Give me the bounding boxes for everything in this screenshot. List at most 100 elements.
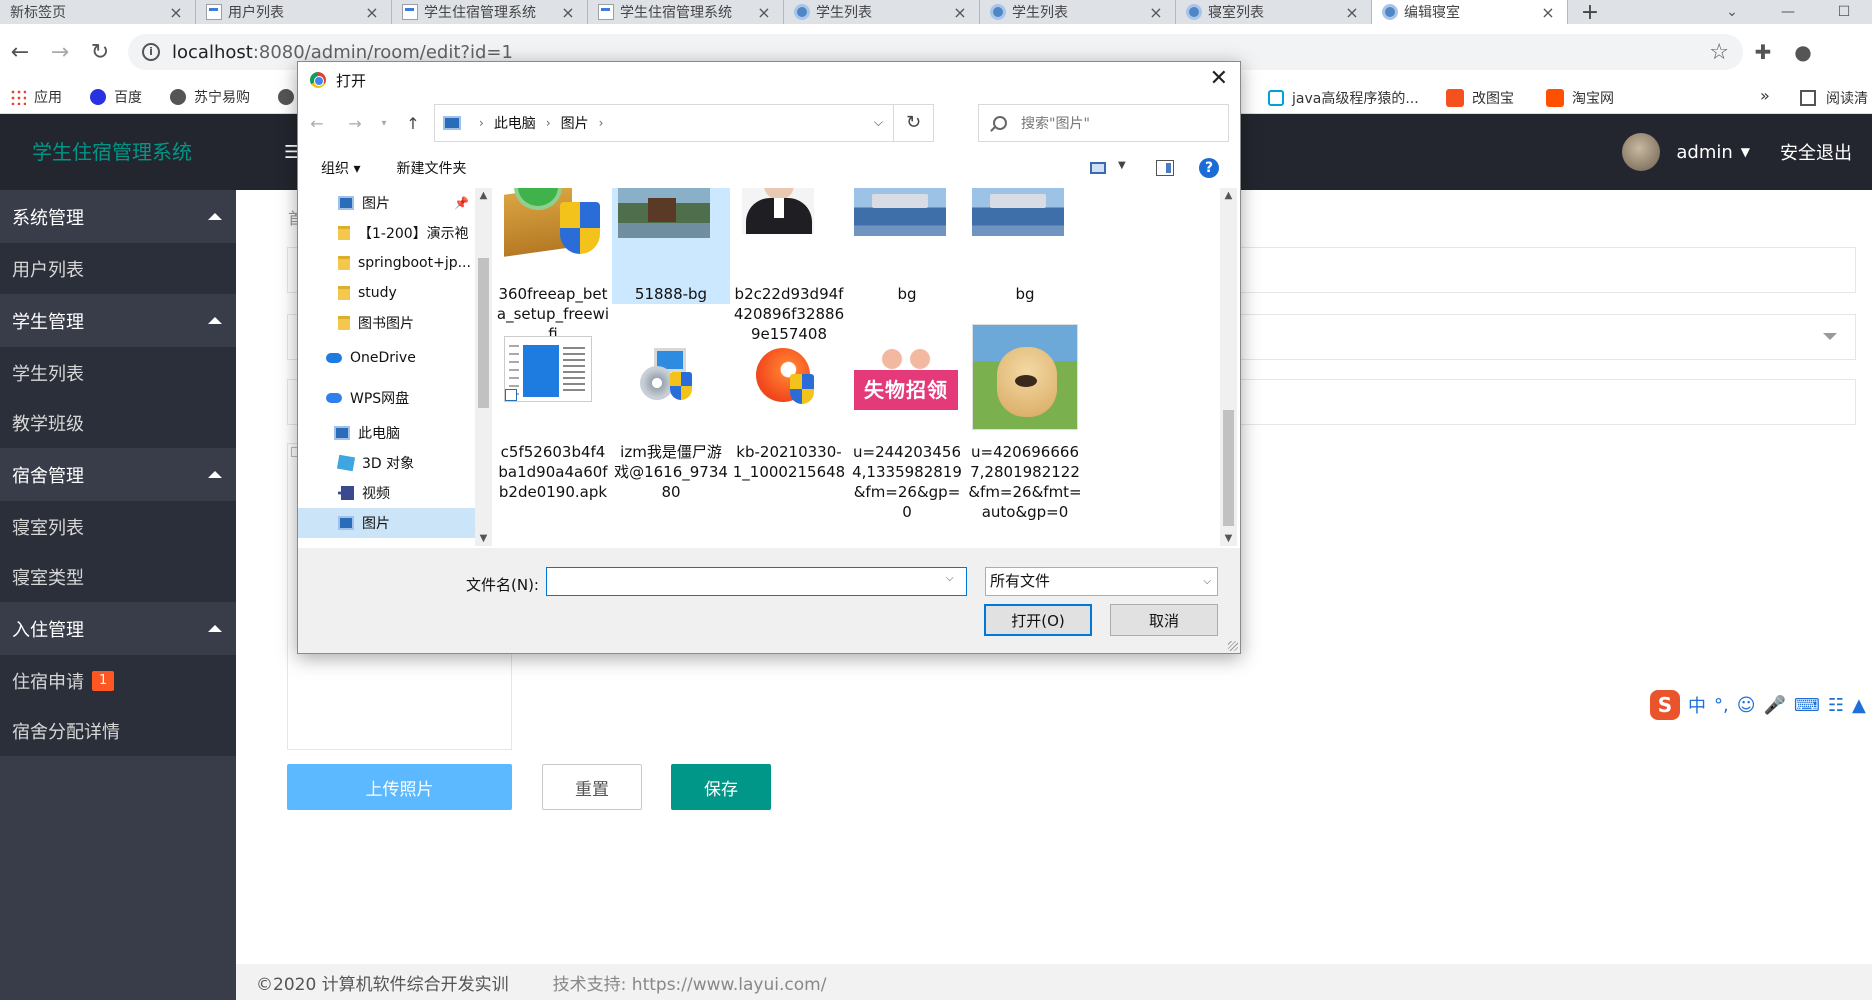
reset-button[interactable]: 重置 [542,764,642,810]
close-icon[interactable]: × [951,3,969,22]
file-item[interactable]: 失物招领 u=2442034564,1335982819&fm=26&gp=0 [848,322,966,522]
user-name[interactable]: admin [1676,142,1732,163]
browser-tab[interactable]: 学生列表 × [784,0,980,24]
file-list-scrollbar[interactable]: ▲ ▼ [1220,188,1237,546]
nav-item[interactable]: 学生列表 [0,348,236,398]
bookmark-apps[interactable]: 应用 [10,87,62,107]
tab-search-icon[interactable]: ⌄ [1704,0,1760,24]
close-icon[interactable]: × [167,3,185,22]
nav-group[interactable]: 宿舍管理 [0,448,236,502]
view-mode-icon[interactable] [1090,162,1106,174]
nav-item[interactable]: 寝室列表 [0,502,236,552]
browser-tab[interactable]: 学生住宿管理系统 × [392,0,588,24]
up-folder-icon[interactable]: ↑ [394,114,432,133]
browser-tab[interactable]: 寝室列表 × [1176,0,1372,24]
resize-grip-icon[interactable] [1228,641,1238,651]
scrollbar-thumb[interactable] [1223,410,1234,526]
avatar[interactable] [1622,133,1661,171]
close-icon[interactable]: × [755,3,773,22]
browser-tab[interactable]: 新标签页 × [0,0,196,24]
forward-icon[interactable]: → [336,114,374,133]
close-icon[interactable]: × [1539,3,1557,22]
nav-item[interactable]: 用户列表 [0,244,236,294]
extensions-icon[interactable]: ✚ [1743,40,1783,64]
bookmark-java[interactable]: java高级程序猿的... [1268,88,1419,108]
nav-pane-item[interactable]: 【1-200】演示袍 [298,218,475,248]
nav-item[interactable]: 住宿申请 1 [0,656,236,706]
nav-pane-item[interactable]: 视频 [298,478,475,508]
profile-icon[interactable]: ● [1783,40,1823,64]
file-type-select[interactable]: 所有文件 ⌵ [985,567,1218,596]
ime-mic-icon[interactable]: 🎤 [1764,695,1786,716]
ime-keyboard-icon[interactable]: ⌨ [1794,695,1820,716]
ime-mode[interactable]: 中 [1688,692,1706,718]
chevron-down-icon[interactable]: ⌵ [946,573,954,584]
ime-emoji-icon[interactable]: ☺ [1737,695,1756,716]
forward-icon[interactable]: → [40,40,80,65]
nav-pane-item[interactable]: 图片 [298,508,475,538]
browser-tab[interactable]: 编辑寝室 × [1372,0,1568,24]
nav-pane-item[interactable]: springboot+jp... [298,248,475,278]
browser-tab[interactable]: 用户列表 × [196,0,392,24]
nav-pane-item[interactable]: 图片 📌 [298,188,475,218]
back-icon[interactable]: ← [298,114,336,133]
chevron-right-icon[interactable]: › [599,116,604,130]
file-item[interactable]: u=4206966667,2801982122&fm=26&fmt=auto&g… [966,322,1084,522]
reload-icon[interactable]: ↻ [80,40,120,65]
browser-tab[interactable]: 学生住宿管理系统 × [588,0,784,24]
bookmarks-more-icon[interactable]: » [1760,86,1770,105]
ime-tools-icon[interactable]: ☷ [1828,695,1844,716]
path-segment[interactable]: 此电脑 [494,113,536,133]
nav-item[interactable]: 教学班级 [0,398,236,448]
save-button[interactable]: 保存 [671,764,771,810]
nav-group[interactable]: 入住管理 [0,602,236,656]
bookmark-star-icon[interactable]: ☆ [1709,40,1729,65]
path-segment[interactable]: 图片 [561,113,589,133]
ime-punct-icon[interactable]: °, [1714,695,1729,716]
ime-skin-icon[interactable]: ▲ [1852,695,1866,716]
file-item[interactable]: 51888-bg [612,188,730,304]
path-breadcrumb[interactable]: › 此电脑 › 图片 › ⌵ ↻ [434,104,934,142]
file-item[interactable]: b2c22d93d94f420896f328869e157408 [730,188,848,344]
file-item[interactable]: bg [966,188,1084,304]
close-icon[interactable]: × [559,3,577,22]
close-icon[interactable]: × [1147,3,1165,22]
app-logo[interactable]: 学生住宿管理系统 [0,114,236,190]
nav-pane-scrollbar[interactable]: ▲ ▼ [475,188,492,546]
preview-pane-icon[interactable] [1156,160,1174,176]
chevron-right-icon[interactable]: › [479,116,484,130]
nav-pane-item[interactable]: study [298,278,475,308]
refresh-icon[interactable]: ↻ [893,105,933,141]
chevron-down-icon[interactable]: ▼ [1118,160,1126,171]
nav-pane-item[interactable]: 此电脑 [298,418,475,448]
caret-down-icon[interactable]: ▼ [1741,145,1750,159]
chevron-down-icon[interactable]: ⌵ [874,115,883,130]
file-item[interactable]: kb-20210330-1_1000215648 [730,322,848,482]
bookmark-taobao[interactable]: 淘宝网 [1546,88,1614,108]
bookmark-suning[interactable]: 苏宁易购 [170,87,250,107]
nav-group[interactable]: 系统管理 [0,190,236,244]
help-icon[interactable]: ? [1199,158,1219,178]
scroll-down-icon[interactable]: ▼ [1220,533,1237,544]
scroll-down-icon[interactable]: ▼ [475,533,492,544]
dialog-title-bar[interactable]: 打开 ✕ [298,62,1240,98]
filename-input[interactable] [546,567,967,596]
scroll-up-icon[interactable]: ▲ [475,190,492,201]
chevron-right-icon[interactable]: › [546,116,551,130]
bookmark-gaitubao[interactable]: 改图宝 [1446,88,1514,108]
bookmark-baidu[interactable]: 百度 [90,87,142,107]
maximize-icon[interactable]: ☐ [1816,0,1872,24]
scrollbar-thumb[interactable] [478,258,489,408]
nav-group[interactable]: 学生管理 [0,294,236,348]
file-item[interactable]: bg [848,188,966,304]
open-button[interactable]: 打开(O) [984,604,1092,636]
file-item[interactable]: c5f52603b4f4ba1d90a4a60fb2de0190.apk [494,322,612,502]
close-icon[interactable]: × [363,3,381,22]
new-tab-button[interactable]: + [1568,0,1612,25]
nav-pane-item[interactable]: WPS网盘 [298,378,475,418]
browser-tab[interactable]: 学生列表 × [980,0,1176,24]
nav-pane-item[interactable]: OneDrive [298,338,475,378]
nav-item[interactable]: 宿舍分配详情 [0,706,236,756]
nav-pane-item[interactable]: 3D 对象 [298,448,475,478]
cancel-button[interactable]: 取消 [1110,604,1218,636]
